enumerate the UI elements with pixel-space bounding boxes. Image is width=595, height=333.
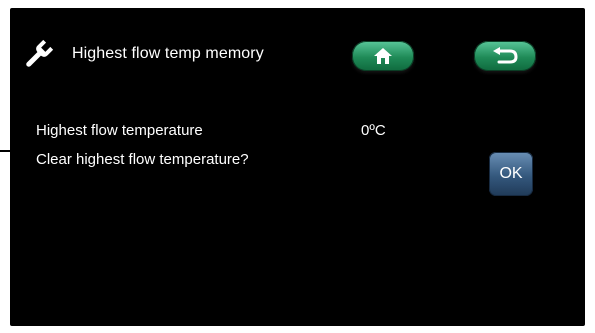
- wrench-icon: [26, 39, 54, 67]
- clear-highest-flow-temp-label: Clear highest flow temperature?: [36, 151, 249, 168]
- ok-button[interactable]: OK: [489, 152, 533, 196]
- highest-flow-temp-value: 0ºC: [361, 122, 386, 139]
- home-button[interactable]: [352, 41, 414, 71]
- header: Highest flow temp memory: [22, 34, 264, 74]
- figure-frame: Highest flow temp memory Highest flow te…: [0, 0, 595, 333]
- home-icon: [374, 48, 392, 64]
- back-arrow-icon: [493, 47, 518, 64]
- highest-flow-temp-label: Highest flow temperature: [36, 122, 203, 139]
- page-title: Highest flow temp memory: [72, 45, 264, 62]
- back-button[interactable]: [474, 41, 536, 71]
